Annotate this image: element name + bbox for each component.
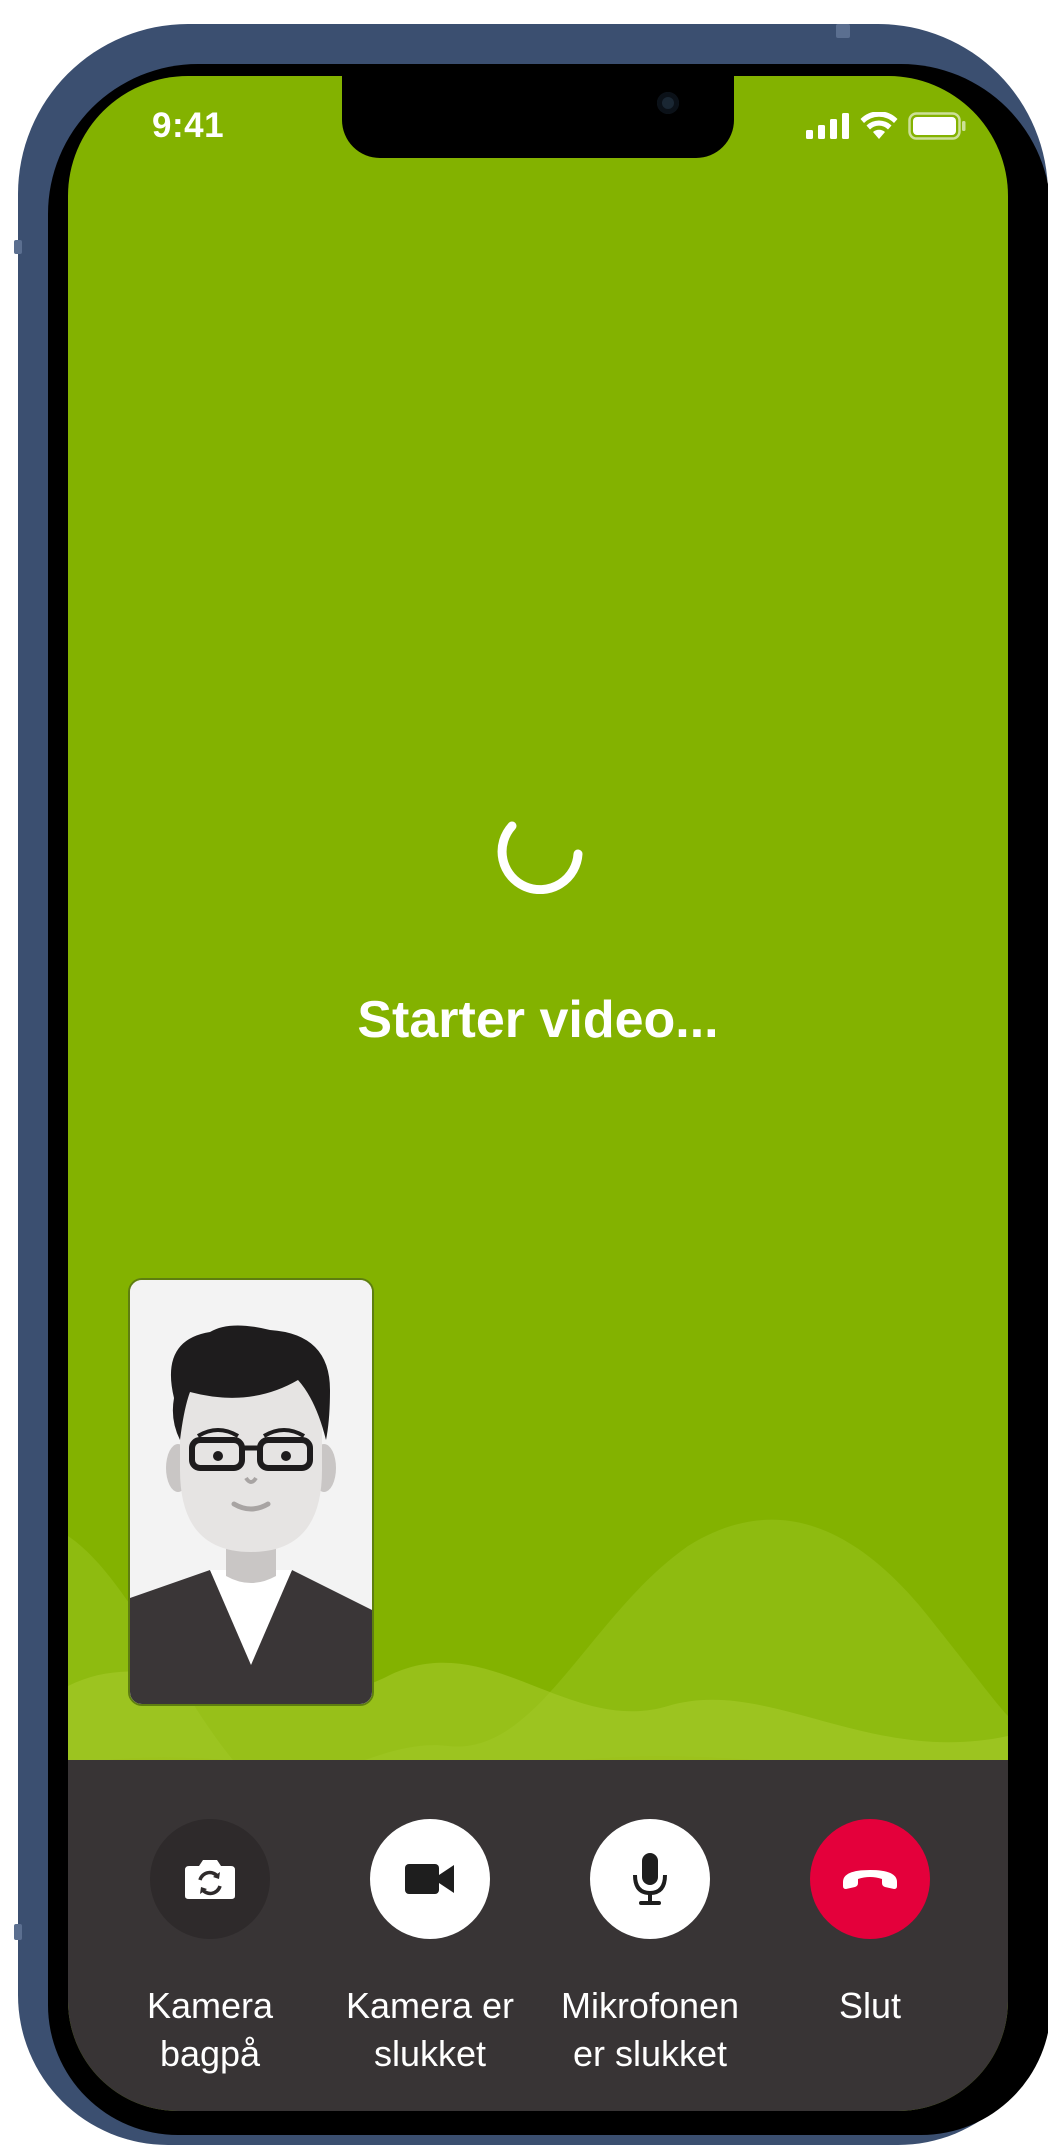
camera-label: Kamera er slukket — [320, 1982, 540, 2078]
microphone-label-line2: er slukket — [572, 2033, 728, 2074]
status-icons — [806, 112, 966, 140]
microphone-icon — [633, 1853, 667, 1905]
end-call-label-line1: Slut — [838, 1985, 902, 2026]
call-controls-bar: Kamera bagpå Kamera er slukket Mikrofone… — [68, 1760, 1008, 2111]
microphone-toggle-button[interactable] — [590, 1819, 710, 1939]
flip-camera-button[interactable] — [150, 1819, 270, 1939]
side-button — [836, 24, 850, 38]
signal-icon — [806, 113, 849, 139]
end-call-button[interactable] — [810, 1819, 930, 1939]
video-camera-icon — [405, 1864, 454, 1894]
phone-screen: 9:41 Starter video... Kamera bagpå Kamer… — [68, 76, 1008, 2111]
microphone-label-line1: Mikrofonen — [560, 1985, 740, 2026]
front-camera — [657, 92, 679, 114]
side-button — [14, 240, 22, 254]
loading-spinner-icon — [497, 821, 583, 894]
status-message: Starter video... — [357, 991, 719, 1049]
camera-flip-icon — [185, 1860, 235, 1899]
flip-camera-label-line2: bagpå — [159, 2033, 261, 2074]
camera-label-line1: Kamera er — [345, 1985, 515, 2026]
avatar-illustration-icon — [130, 1280, 372, 1704]
battery-icon — [908, 112, 966, 140]
side-button — [14, 1924, 22, 1940]
hang-up-icon — [843, 1870, 897, 1889]
status-time: 9:41 — [152, 106, 225, 145]
camera-label-line2: slukket — [373, 2033, 487, 2074]
flip-camera-label: Kamera bagpå — [100, 1982, 320, 2078]
flip-camera-label-line1: Kamera — [146, 1985, 274, 2026]
notch — [342, 76, 734, 158]
self-view-thumbnail[interactable] — [128, 1278, 374, 1706]
camera-toggle-button[interactable] — [370, 1819, 490, 1939]
end-call-label: Slut — [760, 1982, 980, 2030]
microphone-label: Mikrofonen er slukket — [540, 1982, 760, 2078]
wifi-icon — [860, 112, 898, 139]
